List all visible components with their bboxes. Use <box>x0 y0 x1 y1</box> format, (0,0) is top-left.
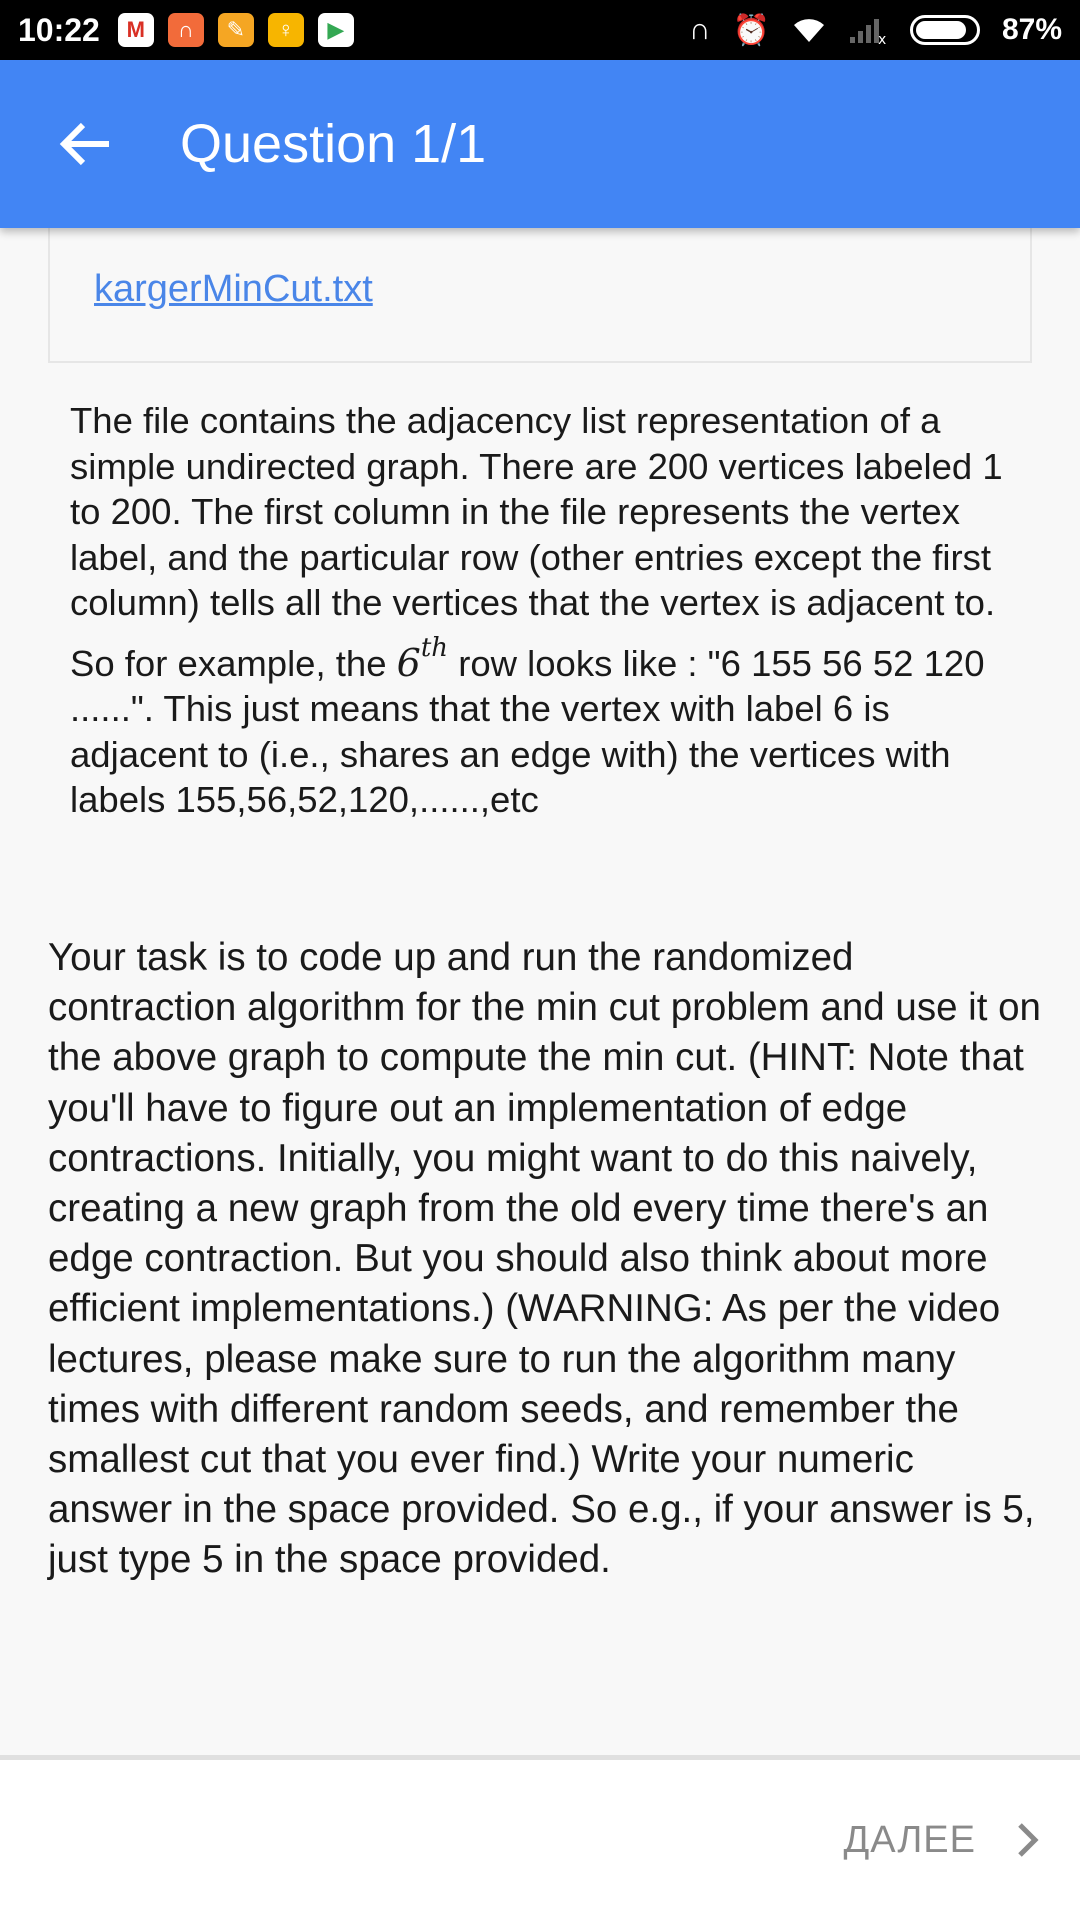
battery-level <box>915 21 967 39</box>
bottom-nav-bar: ДАЛЕЕ <box>0 1755 1080 1920</box>
chevron-right-icon <box>1018 1823 1039 1857</box>
back-button[interactable] <box>35 94 135 194</box>
headphones-icon: ∩ <box>167 13 204 47</box>
page-title: Question 1/1 <box>180 114 487 174</box>
gmail-icon: M <box>117 13 154 47</box>
battery-percent: 87% <box>1001 13 1062 46</box>
alarm-icon: ⏰ <box>732 13 770 47</box>
status-bar: 10:22 M ∩ ✎ ♀ ▶ ∩ ⏰ x 87% <box>0 0 1080 60</box>
description-text: The file contains the adjacency list rep… <box>70 398 1020 823</box>
description-part1: The file contains the adjacency list rep… <box>70 400 1003 684</box>
next-button[interactable]: ДАЛЕЕ <box>843 1800 1040 1880</box>
question-content[interactable]: kargerMinCut.txt The file contains the a… <box>0 228 1080 1755</box>
attachment-card: kargerMinCut.txt <box>48 228 1032 363</box>
app-orange-icon: ✎ <box>217 13 254 47</box>
file-link[interactable]: kargerMinCut.txt <box>94 268 373 311</box>
system-icons: ∩ ⏰ x 87% <box>689 13 1062 48</box>
signal-icon: x <box>849 19 886 45</box>
math-base: 6 <box>396 640 421 685</box>
wifi-icon <box>793 19 824 42</box>
status-time: 10:22 <box>18 11 100 48</box>
next-label: ДАЛЕЕ <box>843 1818 976 1861</box>
task-text: Your task is to code up and run the rand… <box>48 936 1041 1582</box>
headphones-status-icon: ∩ <box>689 13 711 46</box>
svg-text:x: x <box>878 32 886 45</box>
math-superscript: th <box>420 632 449 663</box>
arrow-back-icon <box>59 122 109 166</box>
play-store-icon: ▶ <box>317 13 354 47</box>
app-bar: Question 1/1 <box>0 60 1080 228</box>
math-ordinal: 6th <box>396 633 448 685</box>
battery-icon <box>909 15 980 45</box>
lightbulb-icon: ♀ <box>267 13 304 47</box>
notification-icons: M ∩ ✎ ♀ ▶ <box>117 13 354 47</box>
